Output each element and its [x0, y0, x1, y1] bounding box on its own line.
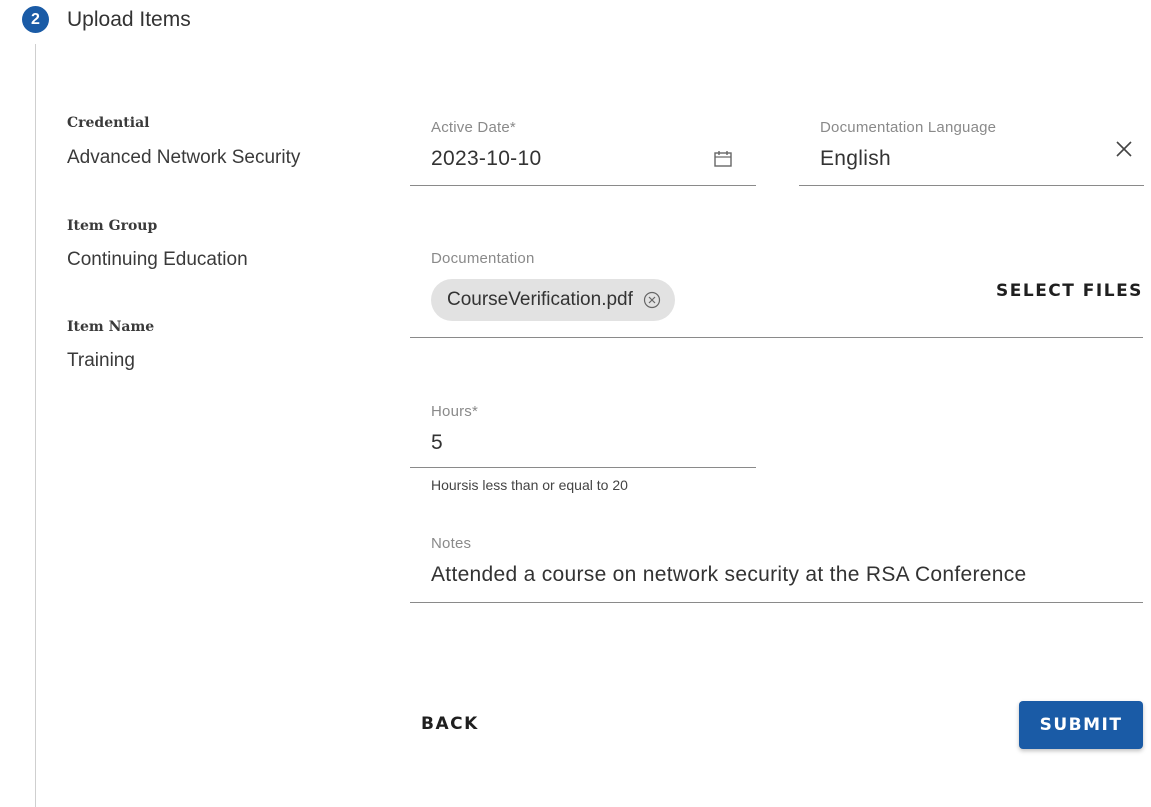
close-icon[interactable]: [1113, 138, 1135, 160]
notes-label: Notes: [431, 535, 472, 552]
active-date-field[interactable]: Active Date* 2023-10-10: [410, 115, 756, 186]
hours-field[interactable]: Hours* 5: [410, 399, 756, 468]
back-button[interactable]: BACK: [421, 714, 479, 734]
hours-helper-text: Hoursis less than or equal to 20: [431, 477, 628, 493]
documentation-language-field[interactable]: Documentation Language English: [799, 115, 1144, 186]
hours-label: Hours*: [431, 403, 479, 420]
documentation-field: Documentation CourseVerification.pdf SEL…: [410, 246, 1143, 338]
active-date-value[interactable]: 2023-10-10: [431, 147, 541, 171]
documentation-label: Documentation: [431, 250, 535, 267]
notes-value[interactable]: Attended a course on network security at…: [431, 563, 1027, 587]
upload-items-page: 2 Upload Items Credential Advanced Netwo…: [0, 0, 1151, 807]
submit-button[interactable]: SUBMIT: [1019, 701, 1143, 749]
credential-label: Credential: [67, 115, 150, 131]
remove-circle-icon[interactable]: [643, 291, 661, 309]
documentation-language-value[interactable]: English: [820, 147, 891, 171]
item-group-value: Continuing Education: [67, 249, 248, 270]
step-title: Upload Items: [67, 8, 191, 31]
select-files-button[interactable]: SELECT FILES: [996, 281, 1143, 301]
documentation-language-label: Documentation Language: [820, 119, 997, 136]
item-group-label: Item Group: [67, 218, 158, 234]
step-number-badge: 2: [22, 6, 49, 33]
calendar-icon[interactable]: [712, 148, 734, 170]
hours-value[interactable]: 5: [431, 431, 443, 455]
notes-field[interactable]: Notes Attended a course on network secur…: [410, 531, 1143, 603]
stepper-connector-line: [35, 44, 36, 807]
item-name-value: Training: [67, 350, 135, 371]
credential-value: Advanced Network Security: [67, 147, 301, 168]
item-name-label: Item Name: [67, 319, 155, 335]
file-chip-label: CourseVerification.pdf: [447, 289, 633, 310]
file-chip[interactable]: CourseVerification.pdf: [431, 279, 675, 321]
active-date-label: Active Date*: [431, 119, 516, 136]
